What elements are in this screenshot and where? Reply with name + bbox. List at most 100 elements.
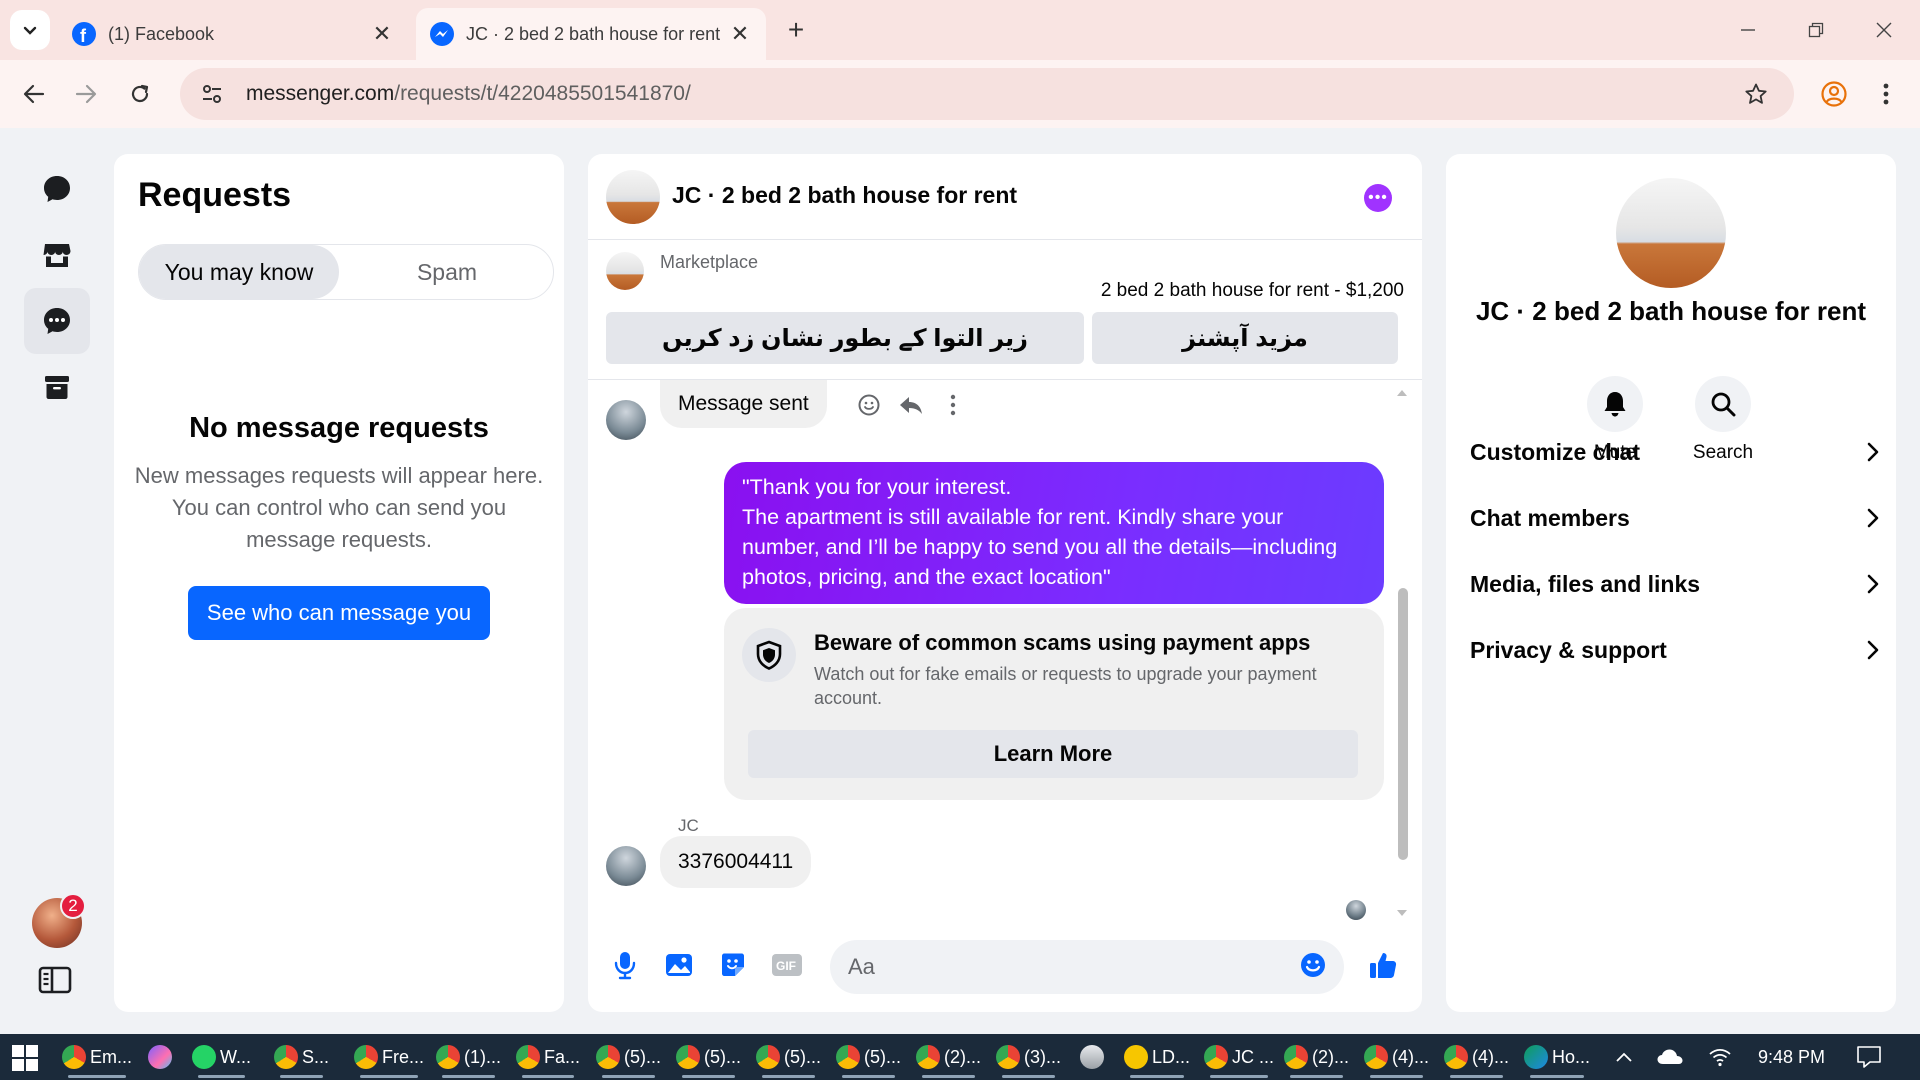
- minimize-button[interactable]: [1730, 14, 1766, 46]
- sticker-button[interactable]: [714, 946, 752, 984]
- profile-button[interactable]: [1814, 74, 1854, 114]
- taskbar-item[interactable]: (5)...: [836, 1036, 901, 1078]
- address-bar[interactable]: messenger.com/requests/t/422048550154187…: [180, 68, 1794, 120]
- scroll-down-icon[interactable]: [1396, 908, 1408, 918]
- taskbar-item[interactable]: (5)...: [676, 1036, 741, 1078]
- react-button[interactable]: [854, 390, 884, 420]
- taskbar-label: Ho...: [1552, 1046, 1591, 1067]
- attach-media-button[interactable]: [660, 946, 698, 984]
- taskbar-item[interactable]: [148, 1036, 176, 1078]
- incoming-message[interactable]: 3376004411: [660, 836, 812, 888]
- marketplace-nav-button[interactable]: [24, 222, 90, 288]
- taskbar-item[interactable]: (2)...: [1284, 1036, 1349, 1078]
- chrome-icon: [836, 1045, 860, 1069]
- chrome-icon: [1444, 1045, 1468, 1069]
- toggle-sidebar-button[interactable]: [38, 966, 72, 999]
- site-settings-icon[interactable]: [192, 74, 232, 114]
- customize-chat-row[interactable]: Customize chat: [1470, 426, 1880, 478]
- voice-clip-button[interactable]: [606, 946, 644, 984]
- taskbar-label: Fa...: [544, 1046, 581, 1067]
- taskbar-item[interactable]: LD...: [1124, 1036, 1190, 1078]
- conversation-info-button[interactable]: •••: [1364, 184, 1392, 212]
- gif-button[interactable]: GIF: [768, 946, 806, 984]
- taskbar-item[interactable]: [1080, 1036, 1108, 1078]
- archive-nav-button[interactable]: [24, 354, 90, 420]
- listing-profile-picture[interactable]: [1616, 178, 1726, 288]
- taskbar-item[interactable]: (3)...: [996, 1036, 1061, 1078]
- taskbar-item[interactable]: W...: [192, 1036, 251, 1078]
- requests-nav-button[interactable]: [24, 288, 90, 354]
- conversation-header: JC · 2 bed 2 bath house for rent •••: [588, 154, 1422, 240]
- reply-button[interactable]: [896, 390, 926, 420]
- chats-nav-button[interactable]: [24, 156, 90, 222]
- url-text[interactable]: messenger.com/requests/t/422048550154187…: [246, 82, 691, 106]
- taskbar-item[interactable]: (5)...: [756, 1036, 821, 1078]
- sender-avatar[interactable]: [606, 400, 646, 440]
- back-button[interactable]: [14, 74, 54, 114]
- media-files-links-row[interactable]: Media, files and links: [1470, 558, 1880, 610]
- taskbar-label: (5)...: [784, 1046, 822, 1067]
- scroll-up-icon[interactable]: [1396, 388, 1408, 398]
- tab-you-may-know[interactable]: You may know: [139, 245, 339, 299]
- clock[interactable]: 9:48 PM: [1758, 1034, 1825, 1080]
- taskbar-item[interactable]: JC ...: [1204, 1036, 1274, 1078]
- close-tab-icon[interactable]: ✕: [370, 21, 394, 46]
- taskbar-item[interactable]: (4)...: [1364, 1036, 1429, 1078]
- message-input[interactable]: [830, 940, 1344, 994]
- privacy-support-row[interactable]: Privacy & support: [1470, 624, 1880, 676]
- listing-thumbnail[interactable]: [606, 252, 644, 290]
- taskbar-item[interactable]: Ho...: [1524, 1036, 1590, 1078]
- like-button[interactable]: [1364, 946, 1402, 984]
- message-scrollbar[interactable]: [1396, 388, 1408, 918]
- show-hidden-icons-button[interactable]: [1614, 1034, 1634, 1080]
- forward-button[interactable]: [66, 74, 106, 114]
- new-tab-button[interactable]: +: [780, 14, 812, 46]
- taskbar-item[interactable]: (4)...: [1444, 1036, 1509, 1078]
- taskbar-item[interactable]: S...: [274, 1036, 329, 1078]
- taskbar-item[interactable]: (5)...: [596, 1036, 661, 1078]
- listing-avatar[interactable]: [606, 170, 660, 224]
- see-who-can-message-button[interactable]: See who can message you: [188, 586, 490, 640]
- chevron-right-icon: [1867, 574, 1879, 594]
- more-options-button[interactable]: مزید آپشنز: [1092, 312, 1398, 364]
- notifications-button[interactable]: [1856, 1034, 1882, 1080]
- arrow-right-icon: [75, 84, 97, 104]
- mark-as-pending-button[interactable]: زیر التوا کے بطور نشان زد کریں: [606, 312, 1084, 364]
- taskbar-item[interactable]: Fre...: [354, 1036, 424, 1078]
- learn-more-button[interactable]: Learn More: [748, 730, 1358, 778]
- browser-menu-button[interactable]: [1866, 74, 1906, 114]
- taskbar-item[interactable]: (2)...: [916, 1036, 981, 1078]
- message-more-button[interactable]: [938, 390, 968, 420]
- thumbs-up-icon: [1370, 953, 1397, 978]
- taskbar-item[interactable]: Fa...: [516, 1036, 580, 1078]
- messenger-app: 2 Requests You may know Spam No message …: [0, 128, 1920, 1034]
- sticker-icon: [722, 953, 744, 976]
- conversation-title[interactable]: JC · 2 bed 2 bath house for rent: [672, 182, 1017, 209]
- empty-state-title: No message requests: [189, 412, 489, 444]
- chat-members-row[interactable]: Chat members: [1470, 492, 1880, 544]
- row-label: Media, files and links: [1470, 570, 1701, 597]
- tab-search-button[interactable]: [10, 10, 50, 50]
- tab-spam[interactable]: Spam: [339, 245, 555, 299]
- reload-button[interactable]: [120, 74, 160, 114]
- close-tab-icon[interactable]: ✕: [728, 21, 752, 46]
- taskbar-item[interactable]: (1)...: [436, 1036, 501, 1078]
- start-button[interactable]: [12, 1045, 38, 1071]
- bookmark-star-icon[interactable]: [1738, 76, 1774, 112]
- outgoing-message[interactable]: "Thank you for your interest. The apartm…: [724, 462, 1384, 604]
- taskbar-label: (5)...: [704, 1046, 742, 1067]
- tab-messenger[interactable]: JC · 2 bed 2 bath house for rent ✕: [416, 8, 766, 60]
- restore-button[interactable]: [1798, 14, 1834, 46]
- scroll-thumb[interactable]: [1398, 588, 1408, 860]
- taskbar-item[interactable]: Em...: [62, 1036, 132, 1078]
- onedrive-button[interactable]: [1656, 1034, 1684, 1080]
- listing-title[interactable]: 2 bed 2 bath house for rent - $1,200: [1101, 280, 1404, 302]
- tab-facebook[interactable]: f (1) Facebook ✕: [58, 8, 408, 60]
- wifi-button[interactable]: [1708, 1034, 1732, 1080]
- taskbar-label: S...: [302, 1046, 330, 1067]
- svg-text:GIF: GIF: [776, 959, 796, 973]
- close-window-button[interactable]: [1866, 14, 1902, 46]
- minimize-icon: [1741, 29, 1755, 31]
- emoji-button[interactable]: [1294, 946, 1332, 984]
- sender-avatar[interactable]: [606, 846, 646, 886]
